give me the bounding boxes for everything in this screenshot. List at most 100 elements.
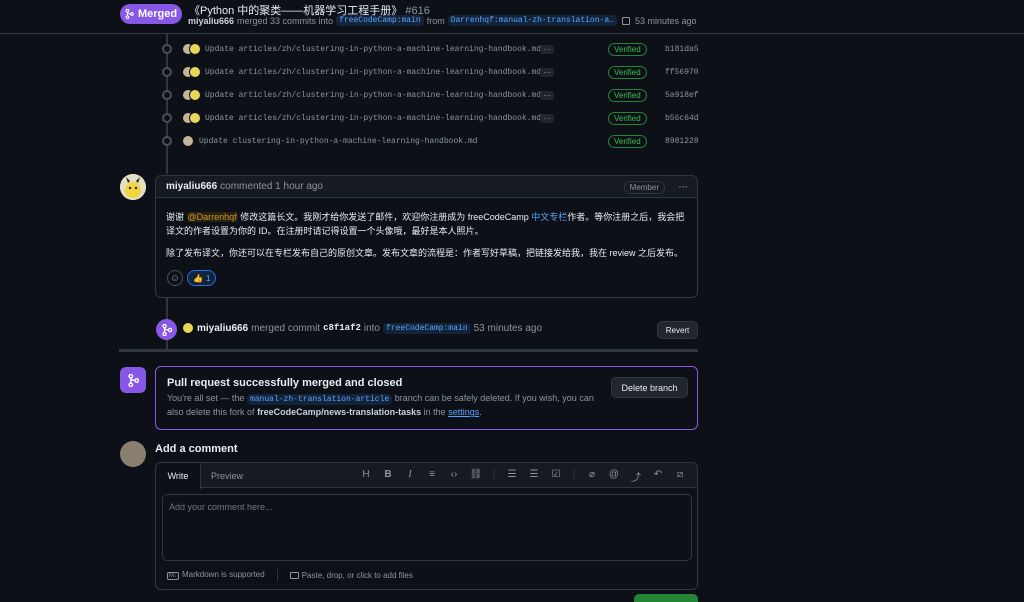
commit-sha[interactable]: 5a918ef xyxy=(665,91,699,100)
commit-sha[interactable]: b56c64d xyxy=(665,114,699,123)
commit-message[interactable]: Update articles/zh/clustering-in-python-… xyxy=(205,68,541,77)
current-user-avatar[interactable] xyxy=(120,441,146,467)
comment-submit-button[interactable] xyxy=(634,594,698,602)
commit-avatars[interactable] xyxy=(182,66,201,78)
comment-paragraph: 谢谢 @Darrenhqf 修改这篇长文。我刚才给你发送了邮件，欢迎你注册成为 … xyxy=(166,210,687,238)
italic-icon[interactable]: I xyxy=(399,469,421,484)
slash-commands-icon[interactable]: ⧄ xyxy=(669,469,691,484)
heading-icon[interactable]: H xyxy=(355,469,377,484)
markdown-icon: M↓ xyxy=(167,572,179,580)
attach-icon[interactable]: ⌀ xyxy=(581,469,603,484)
copy-icon[interactable] xyxy=(621,16,630,25)
fork-name: freeCodeCamp/news-translation-tasks xyxy=(257,407,422,417)
comment-body: 谢谢 @Darrenhqf 修改这篇长文。我刚才给你发送了邮件，欢迎你注册成为 … xyxy=(156,198,697,260)
user-mention-link[interactable]: @Darrenhqf xyxy=(186,212,238,222)
mention-icon[interactable]: @ xyxy=(603,469,625,484)
pr-time: 53 minutes ago xyxy=(634,15,697,26)
merge-time[interactable]: 53 minutes ago xyxy=(474,323,542,334)
column-link[interactable]: 中文专栏 xyxy=(531,212,567,222)
commit-message[interactable]: Update articles/zh/clustering-in-python-… xyxy=(205,91,541,100)
commit-sha[interactable]: ff56970 xyxy=(665,68,699,77)
bold-icon[interactable]: B xyxy=(377,469,399,484)
avatar xyxy=(182,135,194,147)
comment-text: 修改这篇长文。我刚才给你发送了邮件，欢迎你注册成为 freeCodeCamp xyxy=(237,212,532,222)
reply-icon[interactable]: ↶ xyxy=(647,469,669,484)
code-icon[interactable]: ‹› xyxy=(443,469,465,484)
merger-name[interactable]: miyaliu666 xyxy=(197,323,248,334)
comment-author[interactable]: miyaliu666 xyxy=(166,181,217,192)
verified-badge[interactable]: Verified xyxy=(608,65,647,79)
merged-status-text: You're all set — the manual-zh-translati… xyxy=(167,392,607,419)
task-list-icon[interactable]: ☑ xyxy=(545,469,567,484)
verified-badge[interactable]: Verified xyxy=(608,88,647,102)
commit-message[interactable]: Update articles/zh/clustering-in-python-… xyxy=(205,45,541,54)
numbered-list-icon[interactable]: ☰ xyxy=(501,469,523,484)
verified-badge[interactable]: Verified xyxy=(608,42,647,56)
avatar xyxy=(189,43,201,55)
add-comment-title: Add a comment xyxy=(155,443,238,455)
commit-row: Update clustering-in-python-a-machine-le… xyxy=(160,131,700,151)
comment-timestamp[interactable]: commented 1 hour ago xyxy=(220,181,323,192)
pr-author-link[interactable]: miyaliu666 xyxy=(188,16,234,26)
commit-avatars[interactable] xyxy=(182,89,201,101)
commit-dot-icon xyxy=(162,67,172,77)
verified-badge[interactable]: Verified xyxy=(608,134,647,148)
markdown-note[interactable]: M↓ Markdown is supported xyxy=(167,570,265,580)
merge-target-branch[interactable]: freeCodeCamp:main xyxy=(383,322,471,334)
reaction-count: 1 xyxy=(205,273,211,283)
add-reaction-icon[interactable]: ☺ xyxy=(167,270,183,286)
quote-icon[interactable]: ≡ xyxy=(421,469,443,484)
verified-badge[interactable]: Verified xyxy=(608,111,647,125)
settings-link[interactable]: settings xyxy=(448,407,479,417)
bullet-list-icon[interactable]: ☰ xyxy=(523,469,545,484)
expand-ellipsis-button[interactable]: … xyxy=(540,112,554,123)
tab-preview[interactable]: Preview xyxy=(201,463,253,488)
avatar-image xyxy=(120,174,146,200)
merge-icon xyxy=(125,9,134,19)
kebab-menu-icon[interactable]: ··· xyxy=(678,179,688,193)
reactions: ☺ 👍 1 xyxy=(167,270,217,286)
merge-commit-sha[interactable]: c8f1af2 xyxy=(323,323,361,333)
commit-avatars[interactable] xyxy=(182,135,194,147)
comment: miyaliu666 commented 1 hour ago Member ·… xyxy=(155,175,698,298)
commit-avatars[interactable] xyxy=(182,43,201,55)
deletable-branch[interactable]: manual-zh-translation-article xyxy=(246,394,393,405)
comment-paragraph: 除了发布译文，你还可以在专栏发布自己的原创文章。发布文章的流程是：作者写好草稿，… xyxy=(166,248,684,258)
commit-dot-icon xyxy=(162,136,172,146)
commit-avatars[interactable] xyxy=(182,112,201,124)
revert-button[interactable]: Revert xyxy=(657,321,698,339)
footer-divider xyxy=(276,569,278,581)
base-branch[interactable]: freeCodeCamp:main xyxy=(336,15,424,26)
expand-ellipsis-button[interactable]: … xyxy=(540,89,554,100)
reference-icon[interactable]: ⤴ xyxy=(625,469,647,484)
delete-branch-button[interactable]: Delete branch xyxy=(611,377,688,398)
pr-subtitle: miyaliu666 merged 33 commits into freeCo… xyxy=(188,15,696,26)
commit-message[interactable]: Update clustering-in-python-a-machine-le… xyxy=(199,137,477,146)
commit-sha[interactable]: 8981228 xyxy=(665,137,699,146)
commit-sha[interactable]: b181da5 xyxy=(665,45,699,54)
avatar xyxy=(189,112,201,124)
commit-row: Update articles/zh/clustering-in-python-… xyxy=(160,85,700,105)
head-branch[interactable]: Darrenhqf:manual-zh-translation-a… xyxy=(447,15,617,26)
commit-dot-icon xyxy=(162,44,172,54)
comment-textarea[interactable]: Add your comment here... xyxy=(162,494,692,561)
toolbar-divider: | xyxy=(492,469,496,480)
commit-row: Update articles/zh/clustering-in-python-… xyxy=(160,39,700,59)
expand-ellipsis-button[interactable]: … xyxy=(540,43,554,54)
tab-write[interactable]: Write xyxy=(156,463,201,489)
pr-from-text: from xyxy=(426,15,445,26)
merger-avatar[interactable] xyxy=(182,322,194,334)
merged-status-box: Pull request successfully merged and clo… xyxy=(155,366,698,430)
editor-toolbar: Write Preview H B I ≡ ‹› ⛓ | ☰ ☰ ☑ | ⌀ @… xyxy=(156,463,697,489)
thumbs-up-icon: 👍 xyxy=(193,273,203,283)
expand-ellipsis-button[interactable]: … xyxy=(540,66,554,77)
merged-status-label: Merged xyxy=(137,8,178,20)
attach-files[interactable]: Paste, drop, or click to add files xyxy=(289,571,413,580)
commit-message[interactable]: Update articles/zh/clustering-in-python-… xyxy=(205,114,541,123)
merge-event-icon xyxy=(156,319,177,340)
merge-event-text: merged commit xyxy=(251,322,321,334)
thumbs-up-reaction[interactable]: 👍 1 xyxy=(187,270,217,286)
commenter-avatar[interactable] xyxy=(120,174,146,200)
toolbar-divider: | xyxy=(572,469,576,480)
link-icon[interactable]: ⛓ xyxy=(465,469,487,484)
